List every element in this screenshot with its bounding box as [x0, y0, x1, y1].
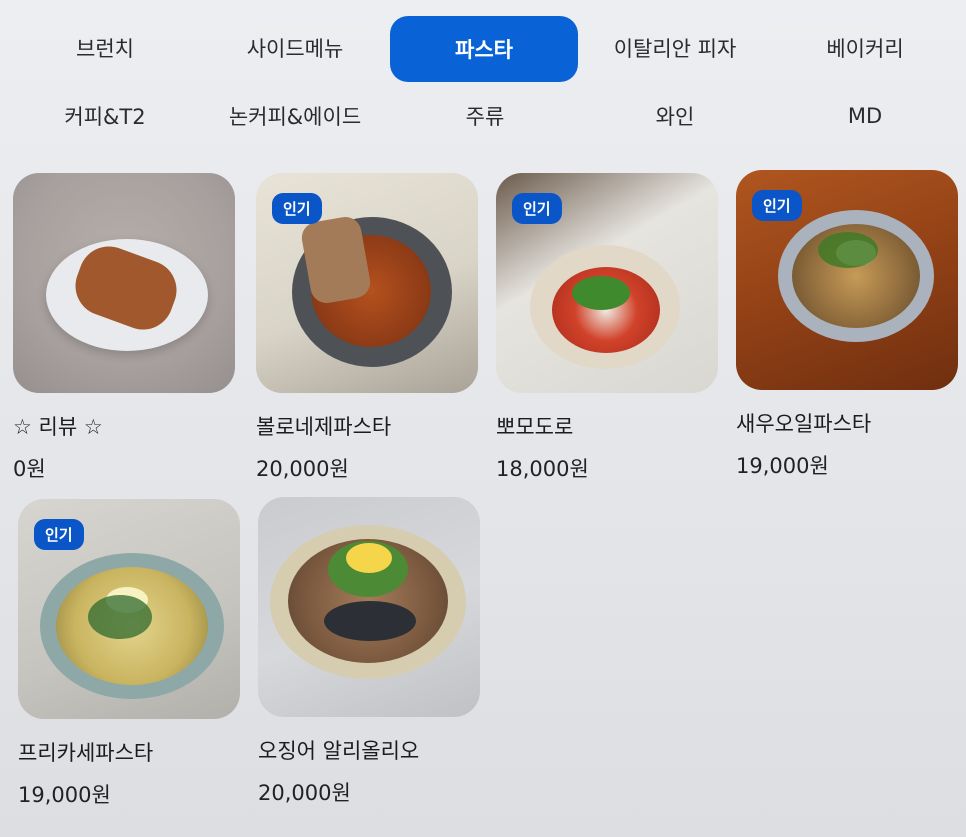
popular-badge: 인기 [512, 193, 562, 224]
product-name: 프리카세파스타 [18, 741, 154, 765]
product-image: 인기 [736, 170, 958, 390]
product-name: 오징어 알리올리오 [258, 739, 420, 763]
product-card-pomodoro[interactable]: 인기 뽀모도로 18,000원 [496, 173, 718, 483]
product-image: 인기 [496, 173, 718, 393]
product-name: 새우오일파스타 [736, 412, 872, 436]
product-price: 18,000원 [496, 457, 589, 481]
product-image: 인기 [18, 499, 240, 719]
tab-alcohol[interactable]: 주류 [400, 84, 570, 148]
product-card-fricassee-pasta[interactable]: 인기 프리카세파스타 19,000원 [18, 499, 240, 809]
category-tabs: 브런치 사이드메뉴 파스타 이탈리안 피자 베이커리 커피&T2 논커피&에이드… [0, 0, 966, 150]
product-card-shrimp-oil-pasta[interactable]: 인기 새우오일파스타 19,000원 [736, 170, 958, 480]
product-price: 19,000원 [736, 454, 829, 478]
product-price: 19,000원 [18, 783, 111, 807]
tab-non-coffee-ade[interactable]: 논커피&에이드 [215, 84, 375, 148]
popular-badge: 인기 [752, 190, 802, 221]
product-card-bolognese[interactable]: 인기 볼로네제파스타 20,000원 [256, 173, 478, 483]
tab-bakery[interactable]: 베이커리 [790, 16, 940, 80]
tab-side-menu[interactable]: 사이드메뉴 [215, 16, 375, 80]
product-image [258, 497, 480, 717]
product-image: 인기 [256, 173, 478, 393]
tab-coffee-tea[interactable]: 커피&T2 [30, 84, 180, 148]
product-card-squid-aglio-olio[interactable]: 오징어 알리올리오 20,000원 [258, 497, 480, 807]
tab-md[interactable]: MD [790, 84, 940, 148]
product-name: 볼로네제파스타 [256, 415, 392, 439]
tab-italian-pizza[interactable]: 이탈리안 피자 [590, 16, 760, 80]
product-name: ☆ 리뷰 ☆ [13, 415, 103, 439]
product-price: 20,000원 [256, 457, 349, 481]
tab-wine[interactable]: 와인 [590, 84, 760, 148]
product-name: 뽀모도로 [496, 415, 574, 439]
tab-pasta[interactable]: 파스타 [390, 16, 578, 82]
popular-badge: 인기 [272, 193, 322, 224]
popular-badge: 인기 [34, 519, 84, 550]
product-price: 0원 [13, 457, 46, 481]
product-image [13, 173, 235, 393]
product-card-review[interactable]: ☆ 리뷰 ☆ 0원 [13, 173, 235, 483]
product-price: 20,000원 [258, 781, 351, 805]
tab-brunch[interactable]: 브런치 [30, 16, 180, 80]
